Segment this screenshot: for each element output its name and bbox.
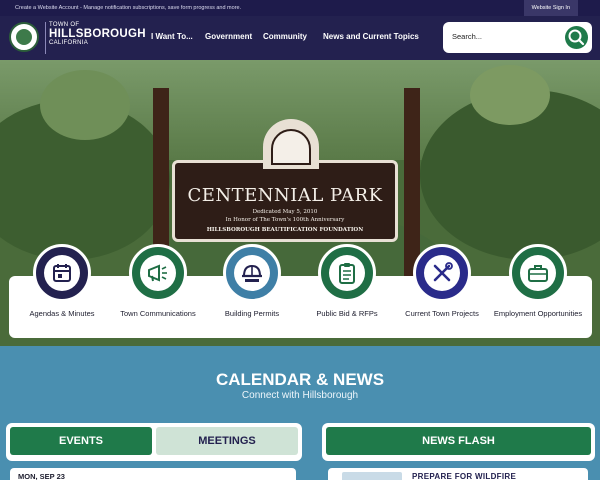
sign-in-button[interactable]: Website Sign In	[523, 0, 578, 16]
quick-link-circle	[318, 244, 376, 302]
gate-illustration	[271, 129, 311, 165]
search-icon	[568, 29, 585, 46]
hardhat-icon	[242, 264, 262, 282]
header-divider	[45, 22, 46, 54]
quick-link-label: Employment Opportunities	[493, 309, 583, 318]
calendar-news-section: CALENDAR & NEWS Connect with Hillsboroug…	[0, 346, 600, 480]
clipboard-icon	[339, 263, 355, 284]
calendar-icon	[53, 264, 71, 282]
quick-link-label: Town Communications	[120, 309, 196, 318]
tab-meetings[interactable]: MEETINGS	[156, 427, 298, 455]
news-card[interactable]: PREPARE FOR WILDFIRE	[328, 468, 588, 480]
quick-link-label: Current Town Projects	[405, 309, 479, 318]
park-sign: CENTENNIAL PARK Dedicated May 5, 2010 In…	[172, 119, 398, 242]
nav-community[interactable]: Community	[263, 32, 307, 41]
quick-link-circle	[129, 244, 187, 302]
nav-government[interactable]: Government	[205, 32, 252, 41]
quick-link-agendas-minutes[interactable]: Agendas & Minutes	[17, 244, 107, 319]
hero-bush	[470, 65, 550, 125]
section-title: CALENDAR & NEWS	[215, 370, 385, 389]
event-date: MON, SEP 23	[18, 472, 65, 480]
town-name[interactable]: TOWN OF HILLSBOROUGH CALIFORNIA	[49, 22, 146, 46]
briefcase-icon	[528, 265, 548, 282]
account-promo-link[interactable]: Create a Website Account - Manage notifi…	[15, 5, 241, 11]
quick-link-circle	[33, 244, 91, 302]
megaphone-icon	[148, 264, 167, 282]
sign-title: CENTENNIAL PARK	[187, 185, 383, 206]
sign-anniversary: In Honor of The Town's 100th Anniversary	[225, 217, 345, 223]
quick-link-circle	[413, 244, 471, 302]
quick-link-label: Building Permits	[224, 309, 280, 318]
quick-link-circle	[223, 244, 281, 302]
news-headline[interactable]: PREPARE FOR WILDFIRE	[412, 472, 516, 480]
quick-link-inner	[329, 255, 365, 291]
nav-i-want-to[interactable]: I Want To...	[151, 32, 193, 41]
search-button[interactable]	[565, 26, 588, 49]
quick-link-label: Public Bid & RFPs	[316, 309, 378, 318]
tools-icon	[433, 262, 453, 282]
quick-link-label: Agendas & Minutes	[29, 309, 95, 318]
quick-link-inner	[520, 255, 556, 291]
sign-foundation: HILLSBOROUGH BEAUTIFICATION FOUNDATION	[206, 227, 364, 233]
site-header: TOWN OF HILLSBOROUGH CALIFORNIA I Want T…	[0, 16, 600, 60]
nav-news-current-topics[interactable]: News and Current Topics	[323, 32, 419, 41]
quick-link-building-permits[interactable]: Building Permits	[207, 244, 297, 319]
quick-link-public-bid-rfps[interactable]: Public Bid & RFPs	[302, 244, 392, 319]
quick-link-inner	[44, 255, 80, 291]
event-card[interactable]: MON, SEP 23	[10, 468, 296, 480]
tab-news-flash[interactable]: NEWS FLASH	[326, 427, 591, 455]
town-seal-logo[interactable]	[9, 22, 39, 52]
news-flash-tabs: NEWS FLASH	[322, 423, 595, 461]
town-name-main: HILLSBOROUGH	[49, 28, 146, 40]
quick-link-town-communications[interactable]: Town Communications	[113, 244, 203, 319]
search-box[interactable]: Search...	[443, 22, 592, 53]
utility-bar: Create a Website Account - Manage notifi…	[0, 0, 600, 16]
quick-link-inner	[234, 255, 270, 291]
sign-dedication: Dedicated May 5, 2010	[252, 209, 318, 215]
tab-events[interactable]: EVENTS	[10, 427, 152, 455]
news-thumbnail	[342, 472, 402, 480]
quick-link-inner	[140, 255, 176, 291]
quick-link-inner	[424, 255, 460, 291]
events-meetings-tabs: EVENTS MEETINGS	[6, 423, 302, 461]
quick-link-employment-opportunities[interactable]: Employment Opportunities	[493, 244, 583, 319]
quick-link-circle	[509, 244, 567, 302]
town-name-state: CALIFORNIA	[49, 40, 89, 46]
section-subtitle: Connect with Hillsborough	[241, 390, 359, 401]
hero-bush	[40, 70, 130, 140]
search-input[interactable]: Search...	[452, 32, 482, 41]
quick-link-current-town-projects[interactable]: Current Town Projects	[397, 244, 487, 319]
